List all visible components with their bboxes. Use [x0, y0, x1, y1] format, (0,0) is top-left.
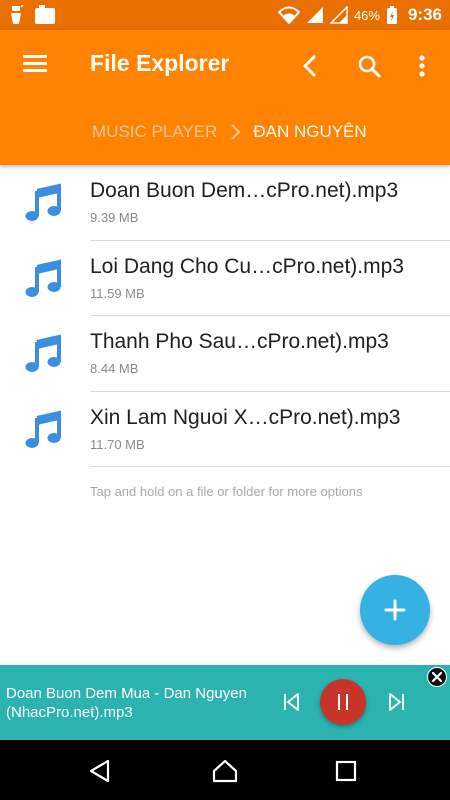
file-list-item[interactable]: Thanh Pho Sau…cPro.net).mp3 8.44 MB [0, 316, 450, 392]
mini-player: Doan Buon Dem Mua - Dan Nguyen (NhacPro.… [0, 665, 450, 740]
breadcrumb-item-music-player[interactable]: MUSIC PLAYER [92, 122, 217, 142]
back-triangle-icon [89, 759, 110, 783]
pause-button[interactable] [320, 679, 366, 725]
nav-back-button[interactable] [86, 758, 114, 784]
file-list-item[interactable]: Doan Buon Dem…cPro.net).mp3 9.39 MB [0, 165, 450, 241]
search-button[interactable] [351, 48, 387, 84]
add-fab-button[interactable] [360, 575, 430, 645]
clock: 9:36 [407, 5, 442, 24]
close-player-button[interactable] [427, 667, 447, 687]
skip-next-icon [389, 693, 404, 711]
file-name: Thanh Pho Sau…cPro.net).mp3 [90, 330, 389, 353]
file-list-item[interactable]: Loi Dang Cho Cu…cPro.net).mp3 11.59 MB [0, 241, 450, 316]
plus-icon [384, 599, 406, 621]
flashlight-notification-icon [11, 5, 24, 24]
file-size: 11.70 MB [90, 436, 145, 452]
more-vert-icon [419, 55, 425, 77]
battery-charging-icon [386, 6, 397, 24]
music-note-icon [25, 334, 65, 374]
music-note-icon [25, 409, 65, 450]
file-list-item[interactable]: Xin Lam Nguoi X…cPro.net).mp3 11.70 MB [0, 392, 450, 467]
home-icon [212, 759, 238, 783]
search-icon [358, 55, 381, 78]
nav-home-button[interactable] [211, 758, 239, 784]
battery-percent: 46% [353, 7, 380, 23]
file-list: Doan Buon Dem…cPro.net).mp3 9.39 MB Loi … [0, 165, 450, 467]
music-note-icon [25, 258, 65, 299]
breadcrumb-item-current[interactable]: ĐAN NGUYÊN [253, 122, 366, 142]
hamburger-line [23, 62, 47, 65]
breadcrumb: MUSIC PLAYER ĐAN NGUYÊN [92, 122, 367, 142]
file-name: Doan Buon Dem…cPro.net).mp3 [90, 179, 399, 202]
hint-text: Tap and hold on a file or folder for mor… [90, 484, 363, 499]
nav-recents-button[interactable] [332, 758, 360, 784]
recents-square-icon [335, 760, 357, 782]
wifi-icon [277, 6, 300, 24]
status-bar: 46% 9:36 [0, 0, 450, 30]
signal-icon [306, 7, 323, 23]
app-title: File Explorer [90, 50, 230, 76]
previous-track-button[interactable] [278, 689, 304, 715]
photo-notification-icon [35, 5, 55, 24]
app-toolbar: File Explorer MUSIC PLAYER ĐAN NGUYÊN [0, 30, 450, 165]
music-note-icon [25, 183, 65, 223]
file-name: Xin Lam Nguoi X…cPro.net).mp3 [90, 405, 401, 429]
file-size: 11.59 MB [90, 285, 145, 301]
pause-icon [338, 694, 348, 710]
now-playing-title[interactable]: Doan Buon Dem Mua - Dan Nguyen (NhacPro.… [6, 684, 266, 722]
hamburger-line [23, 55, 47, 58]
next-track-button[interactable] [384, 689, 410, 715]
system-nav-bar [0, 740, 450, 800]
back-button[interactable] [292, 48, 328, 84]
file-size: 9.39 MB [90, 210, 139, 225]
divider [90, 466, 450, 467]
chevron-right-icon [231, 124, 241, 140]
hamburger-line [23, 69, 47, 72]
close-icon [432, 672, 442, 682]
chevron-left-icon [303, 55, 316, 77]
file-name: Loi Dang Cho Cu…cPro.net).mp3 [90, 254, 404, 278]
signal-icon-secondary [329, 6, 348, 24]
menu-button[interactable] [18, 52, 54, 78]
more-options-button[interactable] [404, 48, 440, 84]
file-size: 8.44 MB [90, 361, 139, 376]
skip-previous-icon [284, 693, 299, 711]
